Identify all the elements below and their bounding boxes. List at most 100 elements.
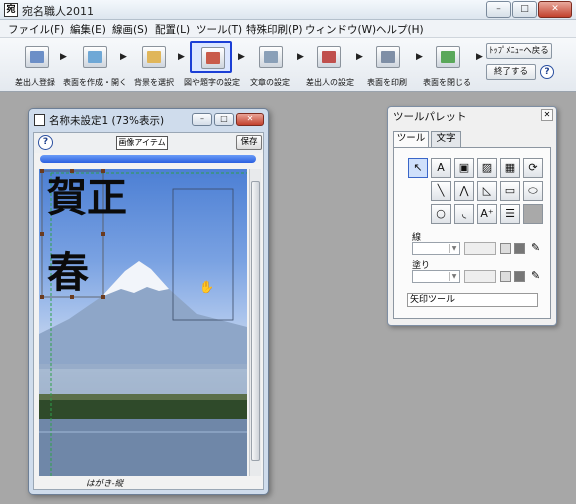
text-frame[interactable] <box>172 188 234 321</box>
chevron-down-icon: ▼ <box>449 272 458 281</box>
grid-icon[interactable] <box>500 243 511 254</box>
empty-tool-slot <box>523 204 543 224</box>
polygon-tool-icon[interactable]: ◺ <box>477 181 497 201</box>
selection-handle[interactable] <box>40 169 44 173</box>
arc-tool-icon[interactable]: ◟ <box>454 204 474 224</box>
menu-draw[interactable]: 線画(S) <box>112 22 148 37</box>
toolbar-figure-title-button[interactable] <box>190 41 232 73</box>
app-icon: 宛 <box>4 3 18 17</box>
flow-arrow-icon: ▶ <box>476 52 483 62</box>
flow-arrow-icon: ▶ <box>60 52 67 62</box>
eyedropper-icon[interactable]: ✎ <box>531 269 540 282</box>
image-tool-icon[interactable]: ▣ <box>454 158 474 178</box>
save-button[interactable]: 保存 <box>236 135 262 150</box>
top-menu-back-button[interactable]: ﾄｯﾌﾟﾒﾆｭｰへ戻る <box>486 43 552 59</box>
selection-handle[interactable] <box>40 295 44 299</box>
progress-bar <box>40 155 256 163</box>
tab-text[interactable]: 文字 <box>431 131 461 147</box>
postcard-scene: 賀正 春 ✋ <box>39 169 247 476</box>
line-style-dropdown[interactable]: ▼ <box>412 242 460 255</box>
main-toolbar: 差出人登録 ▶ 表面を作成・開く ▶ 背景を選択 ▶ 図や題字の設定 ▶ 文章の… <box>0 38 576 92</box>
line-width-field[interactable] <box>464 242 496 255</box>
palette-close-button[interactable]: ✕ <box>541 109 553 121</box>
toolbar-close-front-button[interactable] <box>426 41 468 73</box>
selection-handle[interactable] <box>70 169 74 173</box>
background-icon <box>142 46 166 68</box>
document-title: 名称未設定1 (73%表示) <box>49 115 165 127</box>
sender-settings-icon <box>317 46 341 68</box>
lake-water <box>39 419 247 476</box>
tree-line <box>39 397 247 419</box>
text-tool-icon[interactable]: A <box>431 158 451 178</box>
circle-tool-icon[interactable]: ○ <box>431 204 451 224</box>
grid-icon[interactable] <box>500 271 511 282</box>
text-settings-icon <box>259 46 283 68</box>
menu-bar: ファイル(F) 編集(E) 線画(S) 配置(L) ツール(T) 特殊印刷(P)… <box>0 20 576 38</box>
palette-tabs: ツール 文字 <box>393 131 551 147</box>
pattern-tool-icon[interactable]: ▨ <box>477 158 497 178</box>
fill-style-dropdown[interactable]: ▼ <box>412 270 460 283</box>
greeting-char-2: 春 <box>47 248 89 297</box>
selection-handle[interactable] <box>101 232 105 236</box>
chevron-down-icon: ▼ <box>449 244 458 253</box>
list-tool-icon[interactable]: ☰ <box>500 204 520 224</box>
menu-window[interactable]: ウィンドウ(W) <box>305 22 376 37</box>
postcard-canvas[interactable]: 賀正 春 ✋ <box>39 169 247 476</box>
toolbar-sender-register-button[interactable] <box>15 41 57 73</box>
menu-special-print[interactable]: 特殊印刷(P) <box>246 22 303 37</box>
menu-tools[interactable]: ツール(T) <box>196 22 242 37</box>
eyedropper-icon[interactable]: ✎ <box>531 241 540 254</box>
toolbar-text-settings-button[interactable] <box>249 41 291 73</box>
selection-handle[interactable] <box>40 232 44 236</box>
document-help-icon[interactable]: ? <box>38 135 53 150</box>
arrow-tool-icon[interactable]: ↖ <box>408 158 428 178</box>
ellipse-tool-icon[interactable]: ⬭ <box>523 181 543 201</box>
close-button[interactable]: ✕ <box>538 1 572 18</box>
selection-handle[interactable] <box>101 169 105 173</box>
help-icon[interactable]: ? <box>540 65 554 79</box>
image-item-label: 画像アイテム <box>116 136 168 150</box>
toolbar-label: 差出人登録 <box>15 78 55 87</box>
rotate-tool-icon[interactable]: ⟳ <box>523 158 543 178</box>
menu-help[interactable]: ヘルプ(H) <box>376 22 424 37</box>
menu-layout[interactable]: 配置(L) <box>155 22 190 37</box>
toolbar-sender-settings-button[interactable] <box>307 41 349 73</box>
toolbar-label: 差出人の設定 <box>306 78 354 87</box>
scroll-thumb[interactable] <box>251 181 260 461</box>
haze-band <box>39 364 247 394</box>
selection-handle[interactable] <box>101 295 105 299</box>
rectangle-tool-icon[interactable]: ▭ <box>500 181 520 201</box>
current-tool-name: 矢印ツール <box>407 293 538 307</box>
line-color-swatch[interactable] <box>514 243 525 254</box>
qrcode-tool-icon[interactable]: ▦ <box>500 158 520 178</box>
doc-close-button[interactable]: ✕ <box>236 113 264 126</box>
figure-title-icon <box>201 47 225 69</box>
flow-arrow-icon: ▶ <box>356 52 363 62</box>
doc-minimize-button[interactable]: – <box>192 113 212 126</box>
quit-button[interactable]: 終了する <box>486 64 536 80</box>
card-type-status: はがき-縦 <box>86 479 124 489</box>
menu-edit[interactable]: 編集(E) <box>70 22 106 37</box>
tool-palette-window: ツールパレット ✕ ツール 文字 ↖ A ▣ ▨ ▦ ⟳ ╲ ⋀ ◺ ▭ ⬭ ○… <box>387 106 557 326</box>
fill-color-swatch[interactable] <box>514 271 525 282</box>
toolbar-background-button[interactable] <box>132 41 174 73</box>
flow-arrow-icon: ▶ <box>238 52 245 62</box>
doc-maximize-button[interactable]: □ <box>214 113 234 126</box>
menu-file[interactable]: ファイル(F) <box>8 22 64 37</box>
greeting-char-1: 賀正 <box>47 174 127 221</box>
toolbar-print-button[interactable] <box>366 41 408 73</box>
toolbar-label: 背景を選択 <box>134 78 174 87</box>
line-tool-icon[interactable]: ╲ <box>431 181 451 201</box>
printer-icon <box>376 46 400 68</box>
minimize-button[interactable]: – <box>486 1 511 18</box>
open-document-icon <box>83 46 107 68</box>
toolbar-label: 表面を閉じる <box>423 78 471 87</box>
palette-title: ツールパレット <box>393 111 467 123</box>
polyline-tool-icon[interactable]: ⋀ <box>454 181 474 201</box>
toolbar-open-front-button[interactable] <box>73 41 115 73</box>
tab-tools[interactable]: ツール <box>393 131 429 147</box>
maximize-button[interactable]: □ <box>512 1 537 18</box>
vertical-scrollbar[interactable] <box>249 169 261 476</box>
fill-value-field[interactable] <box>464 270 496 283</box>
text-frame-tool-icon[interactable]: A⁺ <box>477 204 497 224</box>
